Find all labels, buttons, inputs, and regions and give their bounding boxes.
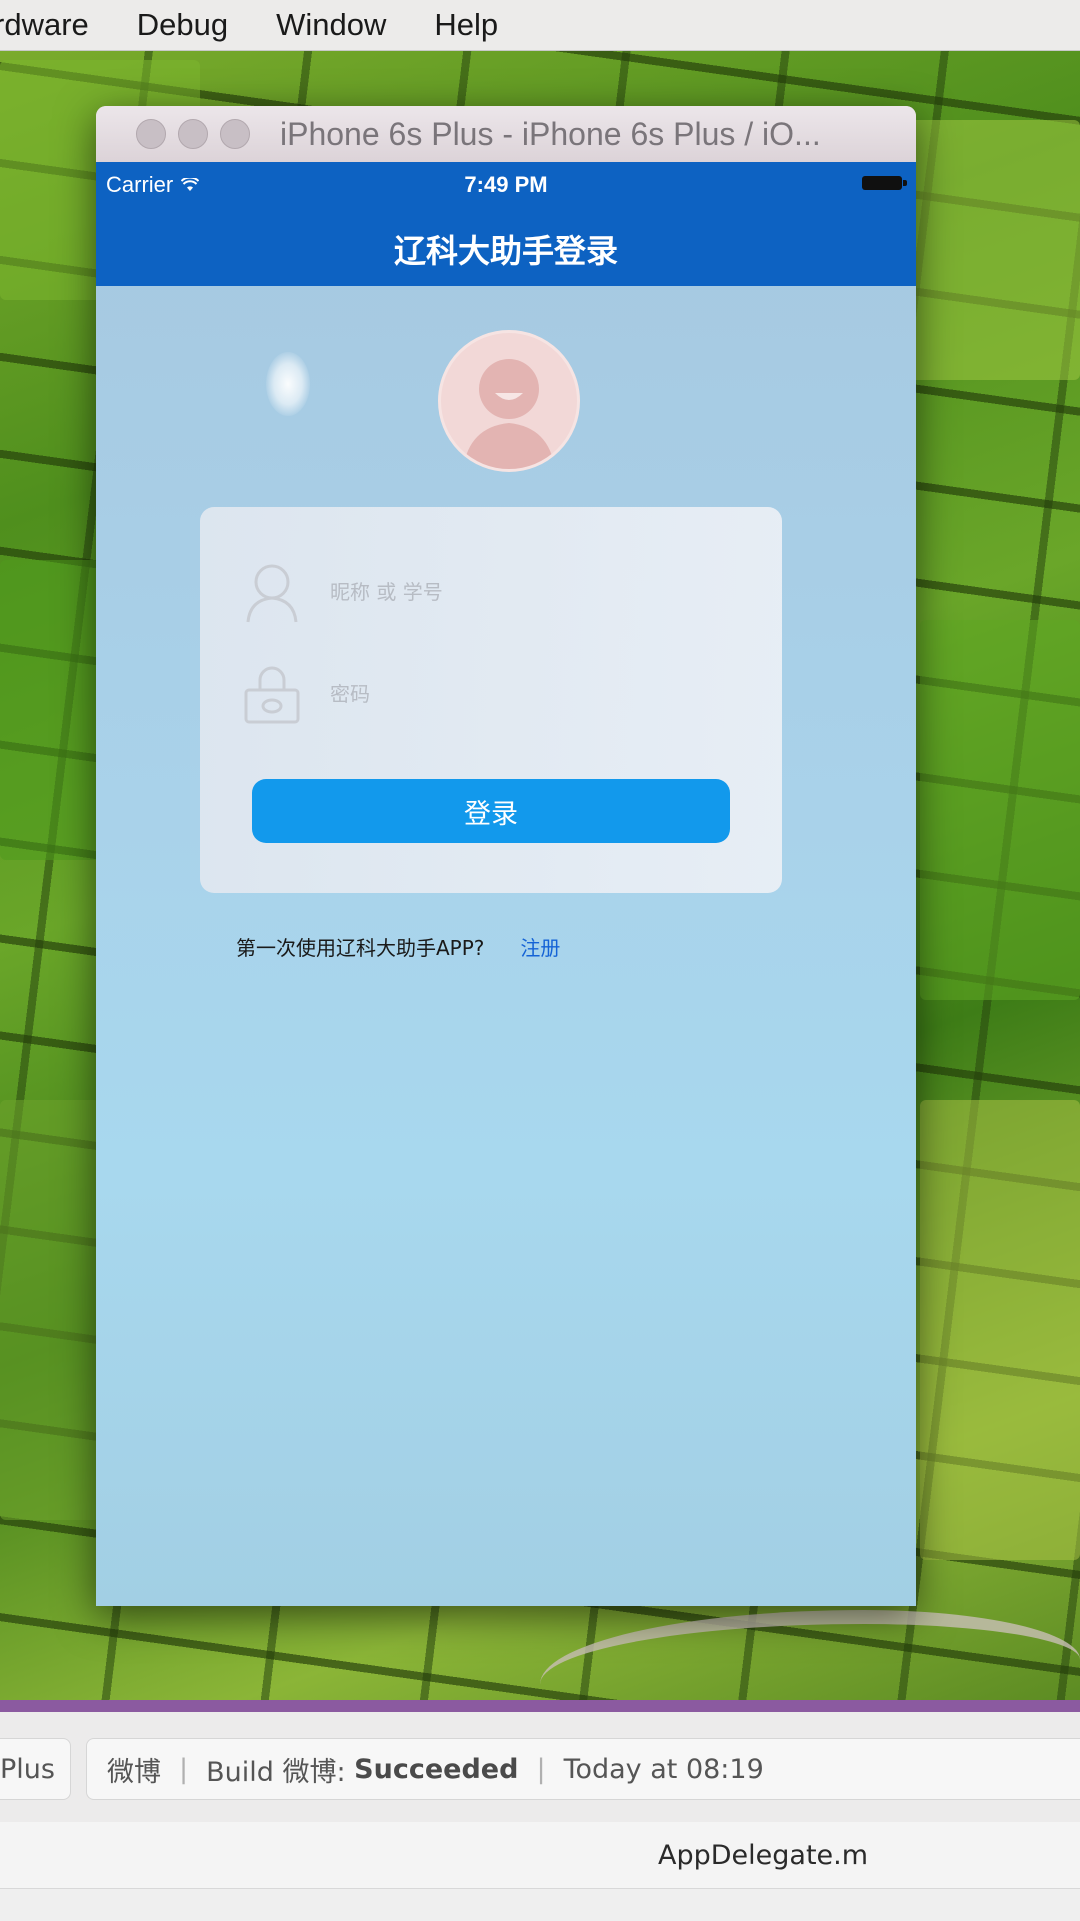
username-input[interactable] <box>328 579 722 605</box>
wallpaper-field <box>920 620 1080 1000</box>
scheme-selector[interactable]: Plus <box>0 1738 71 1800</box>
status-bar: Carrier 7:49 PM <box>96 162 916 202</box>
login-button[interactable]: 登录 <box>252 779 730 843</box>
xcode-editor-header: AppDelegate.m <box>0 1822 1080 1921</box>
username-row <box>242 557 742 627</box>
divider: | <box>536 1753 546 1785</box>
wallpaper-field <box>910 120 1080 380</box>
wallpaper-field <box>0 560 100 860</box>
default-avatar-icon <box>438 330 580 472</box>
activity-viewer: 微博 | Build 微博: Succeeded | Today at 08:1… <box>86 1738 1080 1800</box>
battery-icon <box>862 176 907 190</box>
jump-bar[interactable] <box>0 1888 1080 1921</box>
register-prompt: 第一次使用辽科大助手APP? <box>236 936 485 960</box>
activity-scheme: 微博 <box>107 1756 161 1788</box>
user-icon <box>242 560 302 624</box>
menu-help[interactable]: Help <box>434 7 498 43</box>
register-row: 第一次使用辽科大助手APP? 注册 <box>236 932 560 961</box>
build-prefix: Build 微博: <box>206 1756 346 1788</box>
xcode-toolbar: Plus 微博 | Build 微博: Succeeded | Today at… <box>0 1712 1080 1823</box>
password-row <box>242 659 742 729</box>
xcode-accent-bar <box>0 1700 1080 1712</box>
password-input[interactable] <box>328 681 722 707</box>
navigation-bar: Carrier 7:49 PM 辽科大助手登录 <box>96 162 916 286</box>
close-window-button[interactable] <box>136 119 166 149</box>
lock-icon <box>242 662 302 726</box>
window-title: iPhone 6s Plus - iPhone 6s Plus / iO... <box>280 115 821 152</box>
menu-window[interactable]: Window <box>276 7 386 43</box>
login-card: 登录 <box>200 507 782 893</box>
mac-menu-bar: rdware Debug Window Help <box>0 0 1080 51</box>
status-time: 7:49 PM <box>464 172 548 197</box>
build-status: Succeeded <box>354 1753 519 1785</box>
iphone-screen: Carrier 7:49 PM 辽科大助手登录 昵称 或 学号 登录 第一次使用… <box>96 162 916 1606</box>
divider: | <box>179 1753 189 1785</box>
zoom-window-button[interactable] <box>220 119 250 149</box>
minimize-window-button[interactable] <box>178 119 208 149</box>
page-title: 辽科大助手登录 <box>393 232 618 270</box>
wallpaper-road <box>540 1610 1080 1710</box>
device-label: Plus <box>0 1753 55 1785</box>
screen-glare <box>266 352 310 416</box>
simulator-title-bar[interactable]: iPhone 6s Plus - iPhone 6s Plus / iO... <box>96 106 916 163</box>
build-timestamp: Today at 08:19 <box>563 1753 764 1785</box>
editor-filename[interactable]: AppDelegate.m <box>658 1840 868 1871</box>
menu-hardware[interactable]: rdware <box>0 7 89 43</box>
menu-debug[interactable]: Debug <box>137 7 228 43</box>
wallpaper-field <box>920 1100 1080 1560</box>
simulator-window: iPhone 6s Plus - iPhone 6s Plus / iO... … <box>96 106 916 1606</box>
wallpaper-field <box>0 1100 100 1520</box>
register-link[interactable]: 注册 <box>520 936 560 960</box>
